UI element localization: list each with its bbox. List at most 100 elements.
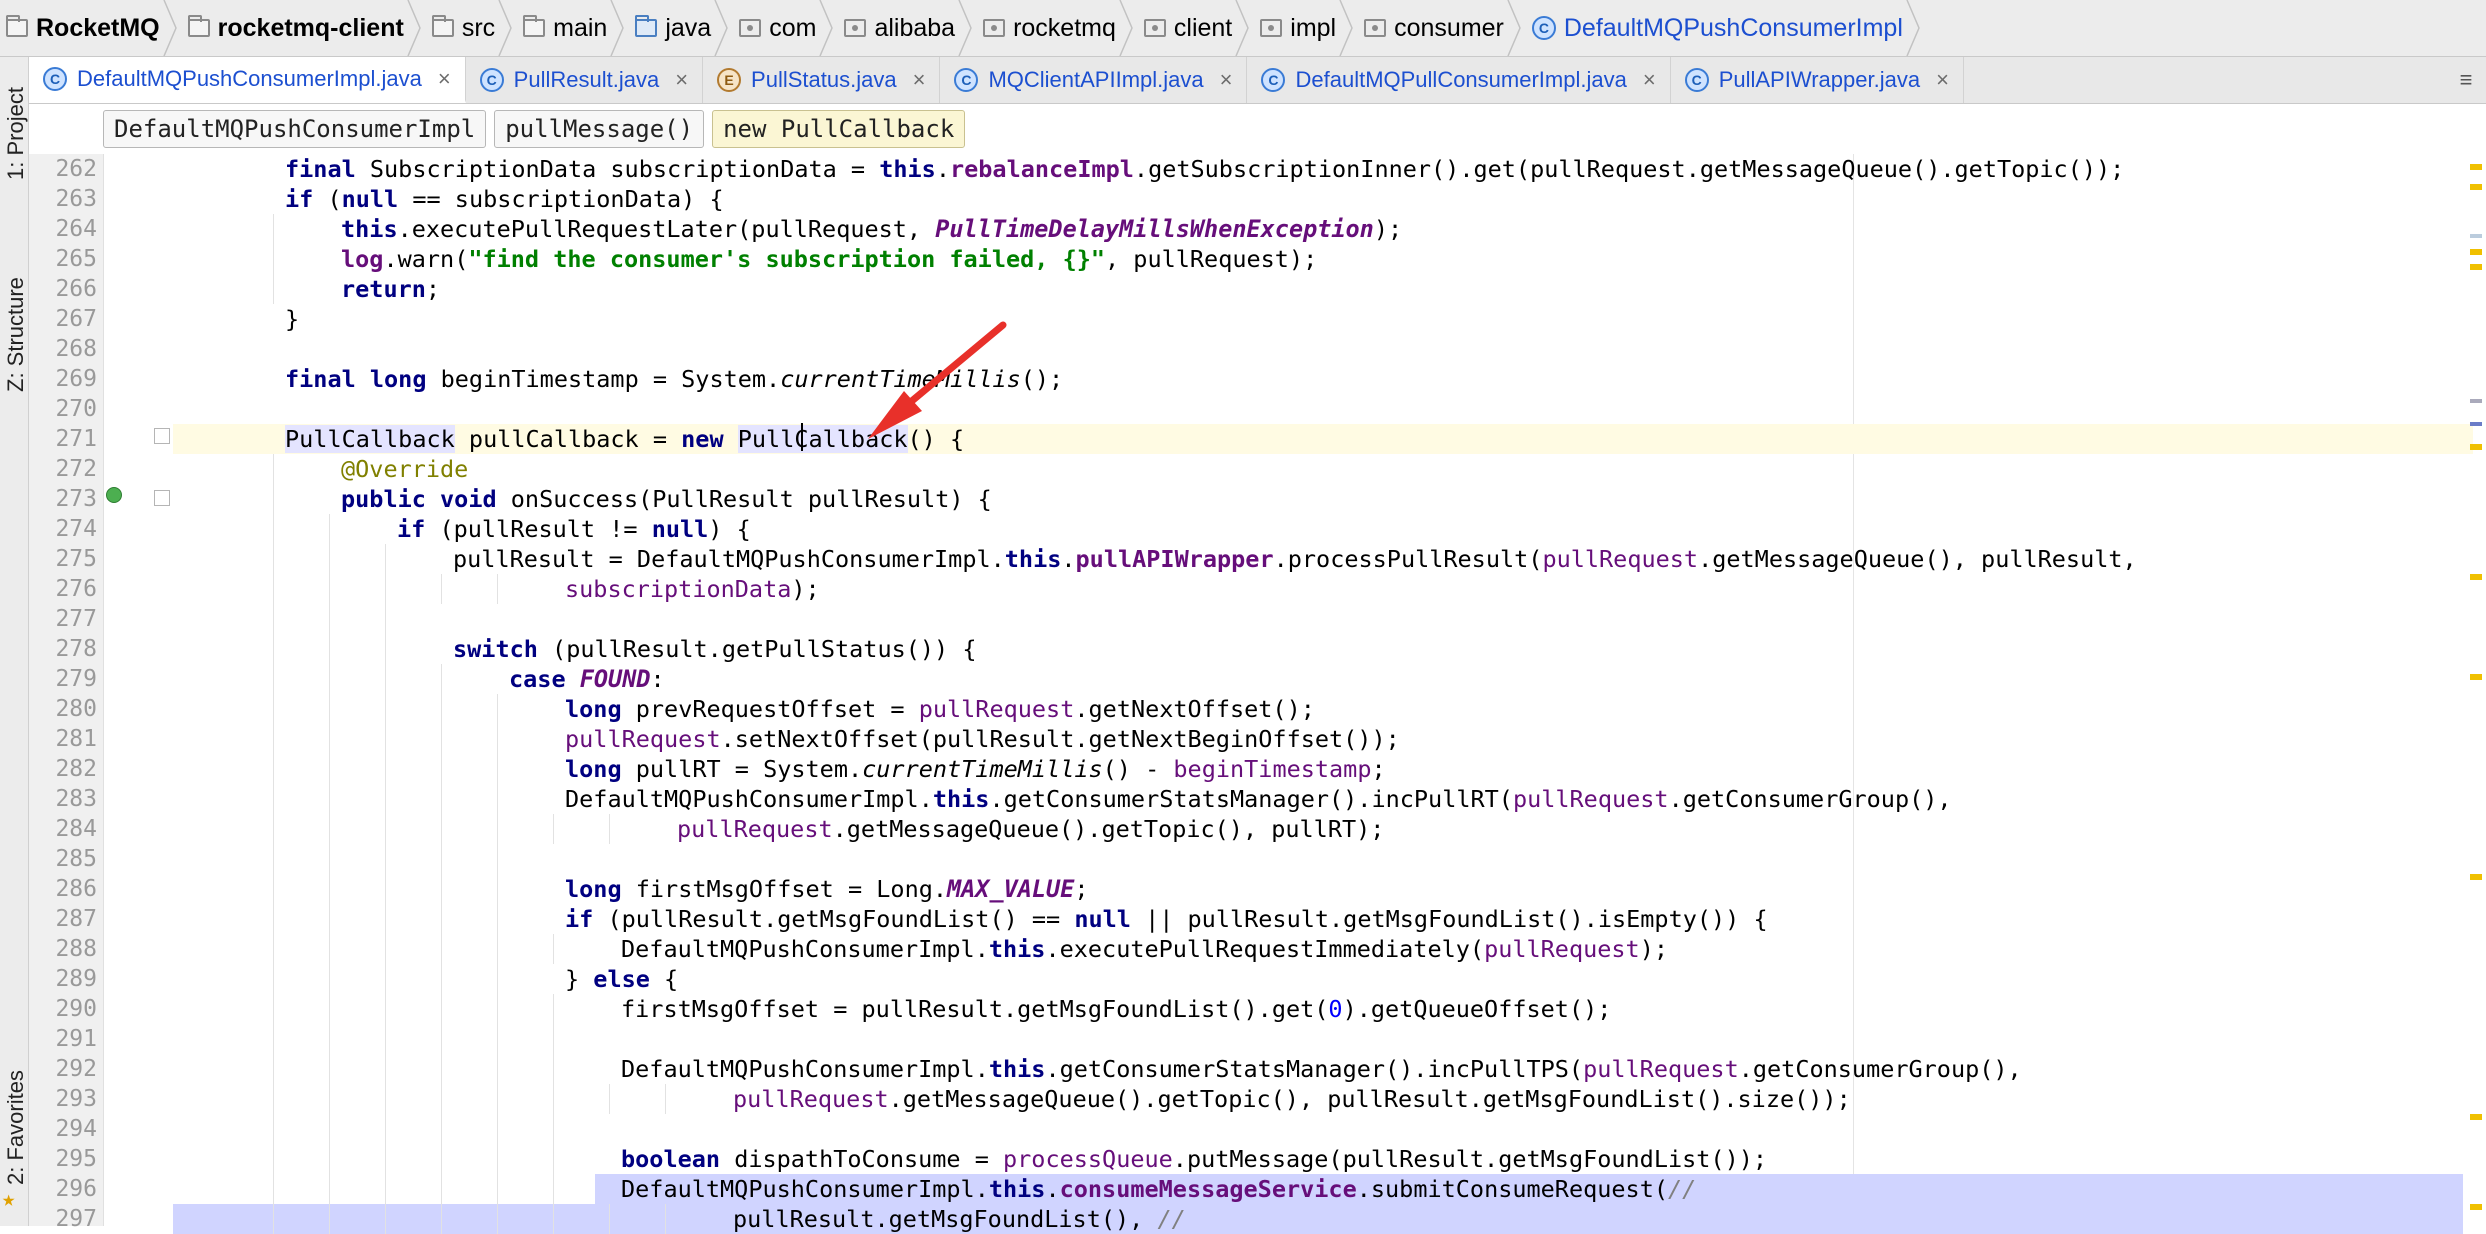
code-text: firstMsgOffset = pullResult.getMsgFoundL… bbox=[621, 994, 1611, 1024]
override-marker-icon[interactable] bbox=[106, 487, 122, 503]
indent-guide bbox=[273, 844, 274, 874]
code-line[interactable]: 289} else { bbox=[0, 964, 2486, 994]
code-line[interactable]: 271 PullCallback pullCallback = new PullC… bbox=[0, 424, 2486, 454]
breadcrumb-item[interactable]: alibaba bbox=[826, 0, 972, 56]
code-line[interactable]: 286 long firstMsgOffset = Long.MAX_VALUE; bbox=[0, 874, 2486, 904]
indent-guide bbox=[273, 454, 274, 484]
code-line[interactable]: 284 pullRequest.getMessageQueue().getTopi… bbox=[0, 814, 2486, 844]
code-line[interactable]: 264 this.executePullRequestLater(pullRequ… bbox=[0, 214, 2486, 244]
breadcrumb-item[interactable]: RocketMQ bbox=[0, 0, 177, 56]
indent-guide bbox=[329, 964, 330, 994]
tab-list-menu-icon[interactable]: ≡ bbox=[2446, 57, 2486, 103]
code-line[interactable]: 296 DefaultMQPushConsumerImpl.this.consum… bbox=[0, 1174, 2486, 1204]
editor-tab[interactable]: C DefaultMQPushConsumerImpl.java × bbox=[29, 57, 466, 103]
code-line[interactable]: 280 long prevRequestOffset = pullRequest.… bbox=[0, 694, 2486, 724]
code-line[interactable]: 274 if (pullResult != null) { bbox=[0, 514, 2486, 544]
code-line[interactable]: 266 return; bbox=[0, 274, 2486, 304]
indent-guide bbox=[441, 574, 442, 604]
editor-tab[interactable]: C DefaultMQPullConsumerImpl.java × bbox=[1247, 57, 1671, 103]
breadcrumb-item[interactable]: rocketmq-client bbox=[170, 0, 421, 56]
code-line[interactable]: 269 final long beginTimestamp = System.cu… bbox=[0, 364, 2486, 394]
code-token: boolean bbox=[621, 1145, 735, 1173]
code-line[interactable]: 285 bbox=[0, 844, 2486, 874]
indent-guide bbox=[441, 1174, 442, 1204]
editor-tab-label: DefaultMQPushConsumerImpl.java bbox=[77, 65, 422, 91]
breadcrumb-item[interactable]: main bbox=[505, 0, 625, 56]
code-line[interactable]: 288 DefaultMQPushConsumerImpl.this.execut… bbox=[0, 934, 2486, 964]
code-token: subscriptionData bbox=[565, 575, 792, 603]
code-token: . bbox=[1061, 545, 1076, 573]
code-line[interactable]: 275 pullResult = DefaultMQPushConsumerImp… bbox=[0, 544, 2486, 574]
code-line[interactable]: 263 if (null == subscriptionData) { bbox=[0, 184, 2486, 214]
breadcrumb-item[interactable]: src bbox=[414, 0, 512, 56]
code-line[interactable]: 265 log.warn("find the consumer's subscri… bbox=[0, 244, 2486, 274]
editor-tab[interactable]: C PullResult.java × bbox=[466, 57, 704, 103]
close-icon[interactable]: × bbox=[438, 66, 451, 92]
code-line[interactable]: 290 firstMsgOffset = pullResult.getMsgFou… bbox=[0, 994, 2486, 1024]
code-token: new bbox=[681, 425, 738, 453]
code-token: .getConsumerGroup(), bbox=[1738, 1055, 2022, 1083]
indent-guide bbox=[273, 994, 274, 1024]
code-line[interactable]: 278 switch (pullResult.getPullStatus()) { bbox=[0, 634, 2486, 664]
indent-guide bbox=[441, 784, 442, 814]
indent-guide bbox=[273, 724, 274, 754]
editor-tab[interactable]: C MQClientAPIImpl.java × bbox=[940, 57, 1248, 103]
context-anonymous-class[interactable]: new PullCallback bbox=[712, 110, 966, 148]
code-line[interactable]: 291 bbox=[0, 1024, 2486, 1054]
code-line[interactable]: 287 if (pullResult.getMsgFoundList() == n… bbox=[0, 904, 2486, 934]
breadcrumb-item[interactable]: consumer bbox=[1346, 0, 1521, 56]
breadcrumb-label: rocketmq-client bbox=[217, 13, 404, 42]
breadcrumb-item[interactable]: rocketmq bbox=[965, 0, 1133, 56]
indent-guide bbox=[441, 934, 442, 964]
code-line[interactable]: 267} bbox=[0, 304, 2486, 334]
close-icon[interactable]: × bbox=[1643, 67, 1656, 93]
code-line[interactable]: 272 @Override bbox=[0, 454, 2486, 484]
code-line[interactable]: 270 bbox=[0, 394, 2486, 424]
code-text: pullResult.getMsgFoundList(), // bbox=[733, 1204, 1186, 1234]
editor-tab[interactable]: E PullStatus.java × bbox=[703, 57, 941, 103]
line-number: 274 bbox=[55, 516, 97, 542]
editor-tab[interactable]: C PullAPIWrapper.java × bbox=[1671, 57, 1964, 103]
indent-guide bbox=[329, 694, 330, 724]
context-class[interactable]: DefaultMQPushConsumerImpl bbox=[103, 110, 487, 148]
code-line[interactable]: 277 bbox=[0, 604, 2486, 634]
code-line[interactable]: 268 bbox=[0, 334, 2486, 364]
breadcrumb-item[interactable]: client bbox=[1126, 0, 1250, 56]
code-token: pullResult.getMsgFoundList(), bbox=[733, 1205, 1158, 1233]
code-line[interactable]: 292 DefaultMQPushConsumerImpl.this.getCon… bbox=[0, 1054, 2486, 1084]
breadcrumb-label: RocketMQ bbox=[36, 13, 160, 42]
breadcrumb-item[interactable]: com bbox=[721, 0, 834, 56]
close-icon[interactable]: × bbox=[1220, 67, 1233, 93]
code-line[interactable]: 262 final SubscriptionData subscriptionDa… bbox=[0, 154, 2486, 184]
breadcrumb-item[interactable]: C DefaultMQPushConsumerImpl bbox=[1514, 0, 1920, 56]
breadcrumb-item[interactable]: java bbox=[617, 0, 729, 56]
breadcrumb-label: rocketmq bbox=[1013, 13, 1116, 42]
code-line[interactable]: 281 pullRequest.setNextOffset(pullResult.… bbox=[0, 724, 2486, 754]
code-line[interactable]: 293 pullRequest.getMessageQueue().getTopi… bbox=[0, 1084, 2486, 1114]
line-number: 272 bbox=[55, 456, 97, 482]
line-number: 269 bbox=[55, 366, 97, 392]
fold-icon[interactable] bbox=[154, 490, 170, 506]
indent-guide bbox=[441, 1054, 442, 1084]
breadcrumb-item[interactable]: impl bbox=[1242, 0, 1353, 56]
code-line[interactable]: 283 DefaultMQPushConsumerImpl.this.getCon… bbox=[0, 784, 2486, 814]
code-token: processQueue bbox=[1003, 1145, 1173, 1173]
line-number: 285 bbox=[55, 846, 97, 872]
code-line[interactable]: 279 case FOUND: bbox=[0, 664, 2486, 694]
code-line[interactable]: 295 boolean dispathToConsume = processQue… bbox=[0, 1144, 2486, 1174]
code-line[interactable]: 297 pullResult.getMsgFoundList(), // bbox=[0, 1204, 2486, 1234]
indent-guide bbox=[385, 784, 386, 814]
code-token: pullCallback = bbox=[454, 425, 682, 453]
indent-guide bbox=[273, 874, 274, 904]
code-line[interactable]: 273 public void onSuccess(PullResult pull… bbox=[0, 484, 2486, 514]
close-icon[interactable]: × bbox=[675, 67, 688, 93]
close-icon[interactable]: × bbox=[913, 67, 926, 93]
code-line[interactable]: 282 long pullRT = System.currentTimeMilli… bbox=[0, 754, 2486, 784]
close-icon[interactable]: × bbox=[1936, 67, 1949, 93]
code-line[interactable]: 276 subscriptionData); bbox=[0, 574, 2486, 604]
code-line[interactable]: 294 bbox=[0, 1114, 2486, 1144]
package-icon bbox=[1143, 19, 1166, 37]
fold-icon[interactable] bbox=[154, 428, 170, 444]
context-method[interactable]: pullMessage() bbox=[494, 110, 705, 148]
indent-guide bbox=[329, 574, 330, 604]
